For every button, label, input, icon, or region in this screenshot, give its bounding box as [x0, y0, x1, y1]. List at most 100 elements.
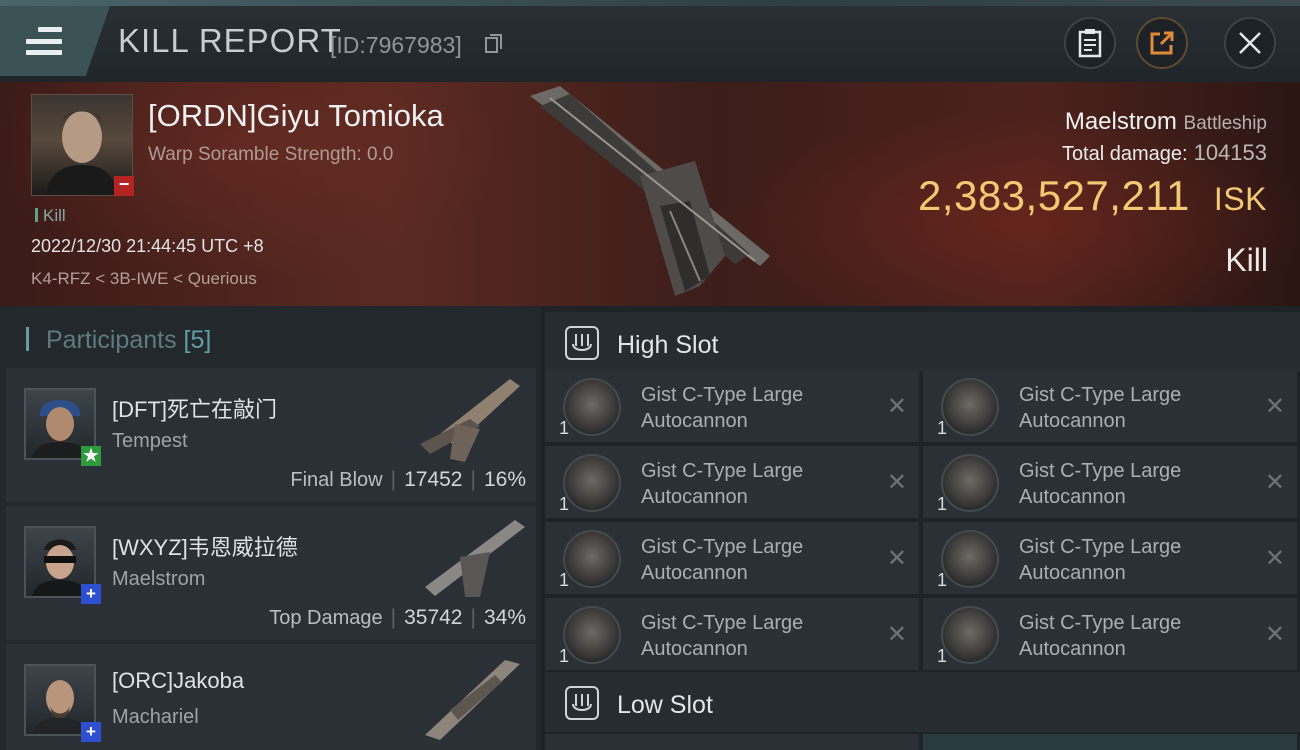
- fitted-module[interactable]: 1 Gist C-Type Large Autocannon ✕: [545, 370, 919, 442]
- low-slot-title: Low Slot: [617, 691, 713, 719]
- module-quantity: 1: [937, 494, 948, 514]
- fitted-module[interactable]: 1 Gist C-Type Large Autocannon ✕: [923, 522, 1297, 594]
- participant-ship-image: [420, 379, 520, 462]
- destroyed-icon: ✕: [1264, 621, 1285, 648]
- autocannon-icon: [941, 606, 999, 664]
- module-quantity: 1: [937, 570, 948, 590]
- hamburger-icon: [26, 27, 62, 55]
- destroyed-icon: ✕: [886, 621, 907, 648]
- module-name: Gist C-Type Large Autocannon: [641, 536, 804, 584]
- share-icon: [1150, 31, 1174, 55]
- module-quantity: 1: [937, 646, 948, 666]
- fitted-module[interactable]: 1 Gist C-Type Large Autocannon ✕: [923, 598, 1297, 670]
- module-quantity: 1: [937, 418, 948, 438]
- close-icon: [1239, 32, 1261, 54]
- standing-badge: +: [81, 584, 101, 604]
- participant-ship-image: [425, 520, 525, 597]
- warp-scramble-strength: Warp Soramble Strength: 0.0: [148, 144, 394, 165]
- page-title: KILL REPORT: [118, 22, 342, 59]
- module-quantity: 1: [559, 646, 570, 666]
- victim-ship: Maelstrom Battleship: [1065, 108, 1267, 136]
- high-slot-title: High Slot: [617, 331, 719, 359]
- participant-stats: Top Damage | 35742 | 34%: [269, 606, 526, 629]
- module-name: Gist C-Type Large Autocannon: [641, 460, 804, 508]
- victim-ship-image: [530, 86, 770, 296]
- damage-percent: 34%: [483, 606, 526, 629]
- participants-count: [5]: [183, 326, 212, 354]
- module-name: Gist C-Type Large Autocannon: [1019, 384, 1182, 432]
- copy-icon[interactable]: [485, 34, 503, 54]
- low-slot-module-partial[interactable]: [923, 734, 1297, 750]
- close-button[interactable]: [1224, 17, 1276, 69]
- participant-ship-image: [425, 660, 520, 740]
- destroyed-icon: ✕: [886, 393, 907, 420]
- menu-button[interactable]: [0, 6, 110, 76]
- damage-value: 35742: [404, 606, 463, 629]
- participant-row[interactable]: + [ORC]Jakoba Machariel: [6, 644, 536, 750]
- total-damage-value: 104153: [1193, 140, 1267, 165]
- damage-percent: 16%: [483, 468, 526, 491]
- destroyed-icon: ✕: [1264, 545, 1285, 572]
- module-name: Gist C-Type Large Autocannon: [1019, 460, 1182, 508]
- ship-name: Maelstrom: [1064, 108, 1177, 135]
- participant-row[interactable]: + [WXYZ]韦恩威拉德 Maelstrom Top Damage | 35742…: [6, 506, 536, 640]
- total-damage-label: Total damage:: [1061, 143, 1188, 165]
- autocannon-icon: [563, 530, 621, 588]
- kill-location[interactable]: K4-RFZ < 3B-IWE < Querious: [31, 269, 257, 289]
- standing-badge: ★: [81, 446, 101, 466]
- participant-stats: Final Blow | 17452 | 16%: [290, 468, 526, 491]
- participant-name: [ORC]Jakoba: [112, 668, 245, 693]
- module-name: Gist C-Type Large Autocannon: [641, 612, 804, 660]
- low-slot-header: Low Slot: [545, 672, 1300, 732]
- clipboard-button[interactable]: [1064, 17, 1116, 69]
- autocannon-icon: [563, 454, 621, 512]
- fitted-module[interactable]: 1 Gist C-Type Large Autocannon ✕: [545, 598, 919, 670]
- module-quantity: 1: [559, 494, 570, 514]
- kill-tag: Kill: [35, 206, 66, 226]
- share-button[interactable]: [1136, 17, 1188, 69]
- participants-panel: Participants [5] ★ [DFT]死亡在敲门 Tempest Fi…: [0, 306, 541, 750]
- isk-value: 2,383,527,211 ISK: [918, 172, 1267, 220]
- autocannon-icon: [941, 454, 999, 512]
- destroyed-icon: ✕: [886, 469, 907, 496]
- isk-amount: 2,383,527,211: [917, 172, 1190, 219]
- participant-ship: Tempest: [112, 430, 188, 452]
- isk-unit: ISK: [1213, 181, 1267, 217]
- autocannon-icon: [563, 606, 621, 664]
- participants-header: Participants [5]: [26, 326, 211, 355]
- module-quantity: 1: [559, 570, 570, 590]
- destroyed-icon: ✕: [1264, 393, 1285, 420]
- hostile-badge: −: [114, 175, 134, 196]
- low-slot-icon: [565, 686, 599, 720]
- victim-banner: − [ORDN]Giyu Tomioka Warp Soramble Stren…: [0, 82, 1300, 306]
- report-id: [ID:7967983]: [330, 32, 462, 58]
- participant-ship: Maelstrom: [112, 568, 206, 590]
- autocannon-icon: [941, 378, 999, 436]
- low-slot-module-partial[interactable]: [545, 734, 919, 750]
- standing-badge: +: [81, 722, 101, 742]
- victim-name[interactable]: [ORDN]Giyu Tomioka: [148, 98, 444, 134]
- participant-row[interactable]: ★ [DFT]死亡在敲门 Tempest Final Blow | 17452 | 16…: [6, 368, 536, 502]
- module-name: Gist C-Type Large Autocannon: [1019, 536, 1182, 584]
- participant-name: [WXYZ]韦恩威拉德: [112, 535, 298, 560]
- module-name: Gist C-Type Large Autocannon: [641, 384, 804, 432]
- destroyed-icon: ✕: [886, 545, 907, 572]
- kill-datetime: 2022/12/30 21:44:45 UTC +8: [31, 236, 264, 256]
- module-name: Gist C-Type Large Autocannon: [1019, 612, 1182, 660]
- damage-value: 17452: [404, 468, 463, 491]
- participant-ship: Machariel: [112, 706, 199, 728]
- participant-name: [DFT]死亡在敲门: [112, 397, 277, 422]
- module-quantity: 1: [559, 418, 570, 438]
- fitted-module[interactable]: 1 Gist C-Type Large Autocannon ✕: [545, 522, 919, 594]
- result-label: Kill: [1225, 242, 1268, 278]
- stat-label: Final Blow: [290, 469, 383, 491]
- top-bar: KILL REPORT [ID:7967983]: [0, 0, 1300, 82]
- fitted-module[interactable]: 1 Gist C-Type Large Autocannon ✕: [545, 446, 919, 518]
- fitted-module[interactable]: 1 Gist C-Type Large Autocannon ✕: [923, 446, 1297, 518]
- fitted-module[interactable]: 1 Gist C-Type Large Autocannon ✕: [923, 370, 1297, 442]
- high-slot-icon: [565, 326, 599, 360]
- fitting-panel: High Slot 1 Gist C-Type Large Autocannon …: [541, 306, 1300, 750]
- total-damage: Total damage: 104153: [1062, 140, 1267, 166]
- ship-class: Battleship: [1183, 113, 1267, 134]
- autocannon-icon: [563, 378, 621, 436]
